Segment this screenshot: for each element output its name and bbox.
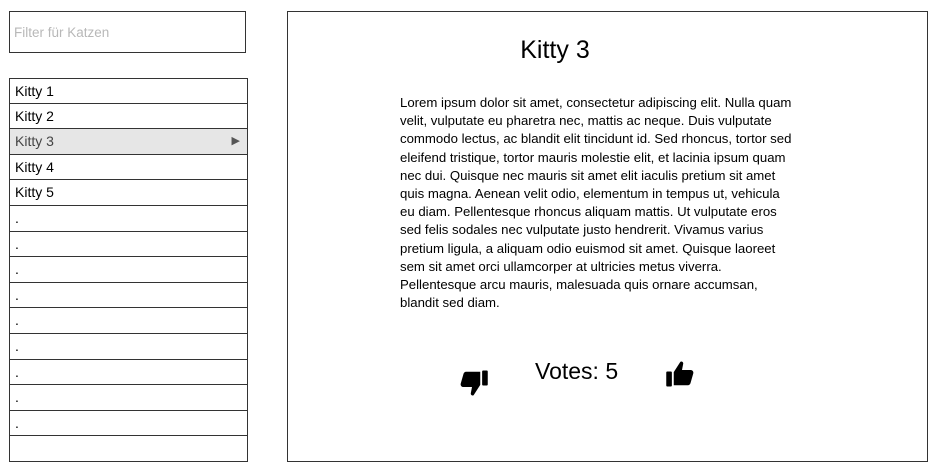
list-item[interactable]: . xyxy=(9,205,248,232)
list-item-label: . xyxy=(15,337,19,354)
votes-count: Votes: 5 xyxy=(535,358,619,384)
list-item[interactable]: Kitty 5 xyxy=(9,180,248,206)
detail-panel: Kitty 3 Lorem ipsum dolor sit amet, cons… xyxy=(287,11,928,462)
upvote-button[interactable] xyxy=(665,359,695,389)
list-item-selected[interactable]: Kitty 3 ▶ xyxy=(9,129,248,155)
list-item-label: . xyxy=(15,414,19,431)
list-item[interactable]: . xyxy=(9,333,248,360)
list-item-label: Kitty 3 xyxy=(15,133,54,150)
list-item[interactable]: . xyxy=(9,282,248,309)
list-item-label: Kitty 2 xyxy=(15,107,54,124)
detail-title: Kitty 3 xyxy=(520,36,590,64)
list-item-label: . xyxy=(15,389,19,406)
downvote-button[interactable] xyxy=(459,368,489,398)
list-item-label: . xyxy=(15,209,19,226)
list-item-label: . xyxy=(15,286,19,303)
list-item-label: . xyxy=(15,312,19,329)
list-item-label: Kitty 1 xyxy=(15,83,54,99)
list-item-label: Kitty 5 xyxy=(15,184,54,201)
cat-list: Kitty 1 Kitty 2 Kitty 3 ▶ Kitty 4 Kitty … xyxy=(9,78,248,462)
list-item[interactable]: . xyxy=(9,231,248,258)
list-item-label: . xyxy=(15,363,19,380)
thumbs-down-icon xyxy=(460,370,488,396)
list-item[interactable]: Kitty 2 xyxy=(9,103,248,130)
thumbs-up-icon xyxy=(666,361,694,387)
list-item-label: . xyxy=(15,235,19,252)
list-item-label: Kitty 4 xyxy=(15,158,54,175)
detail-description: Lorem ipsum dolor sit amet, consectetur … xyxy=(400,95,792,311)
list-item-label: . xyxy=(15,261,19,278)
list-item[interactable]: Kitty 4 xyxy=(9,154,248,181)
filter-field[interactable] xyxy=(9,11,246,53)
filter-input[interactable] xyxy=(10,12,245,52)
triangle-right-icon: ▶ xyxy=(231,135,240,148)
list-item[interactable]: . xyxy=(9,359,248,386)
list-item[interactable]: . xyxy=(9,385,248,411)
list-item[interactable]: Kitty 1 xyxy=(9,78,248,104)
list-item[interactable] xyxy=(9,436,248,462)
list-item[interactable]: . xyxy=(9,410,248,437)
list-item[interactable]: . xyxy=(9,308,248,334)
list-item[interactable]: . xyxy=(9,257,248,283)
